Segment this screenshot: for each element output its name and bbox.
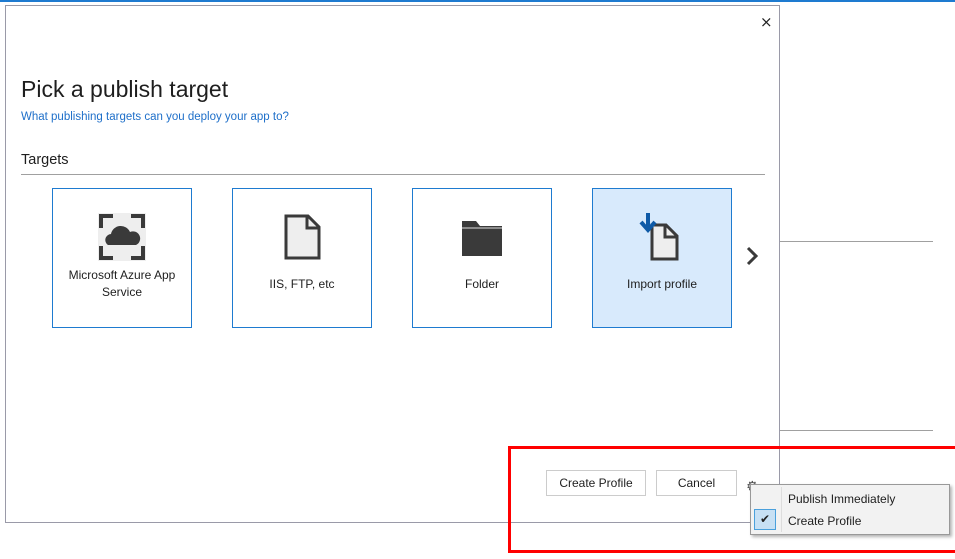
highlight-annotation [508,446,955,553]
target-label: Import profile [626,277,698,291]
target-label: Microsoft Azure App Service [68,268,176,299]
close-button[interactable]: × [760,13,773,31]
folder-icon [462,221,502,256]
target-azure[interactable]: Microsoft Azure App Service [52,188,192,328]
azure-cloud-icon [98,213,146,261]
page-title: Pick a publish target [21,76,229,102]
help-link[interactable]: What publishing targets can you deploy y… [21,111,289,123]
background-divider [780,241,933,242]
target-import-profile[interactable]: Import profile [592,188,732,328]
background-accent-line [0,0,955,2]
section-divider [21,174,765,175]
background-divider [780,430,933,431]
target-iis-ftp[interactable]: IIS, FTP, etc [232,188,372,328]
target-label: IIS, FTP, etc [269,277,335,291]
import-profile-icon [639,213,679,261]
target-folder[interactable]: Folder [412,188,552,328]
chevron-right-icon[interactable] [744,244,760,268]
section-heading: Targets [21,152,69,168]
target-label: Folder [464,277,499,291]
file-icon [284,214,321,260]
